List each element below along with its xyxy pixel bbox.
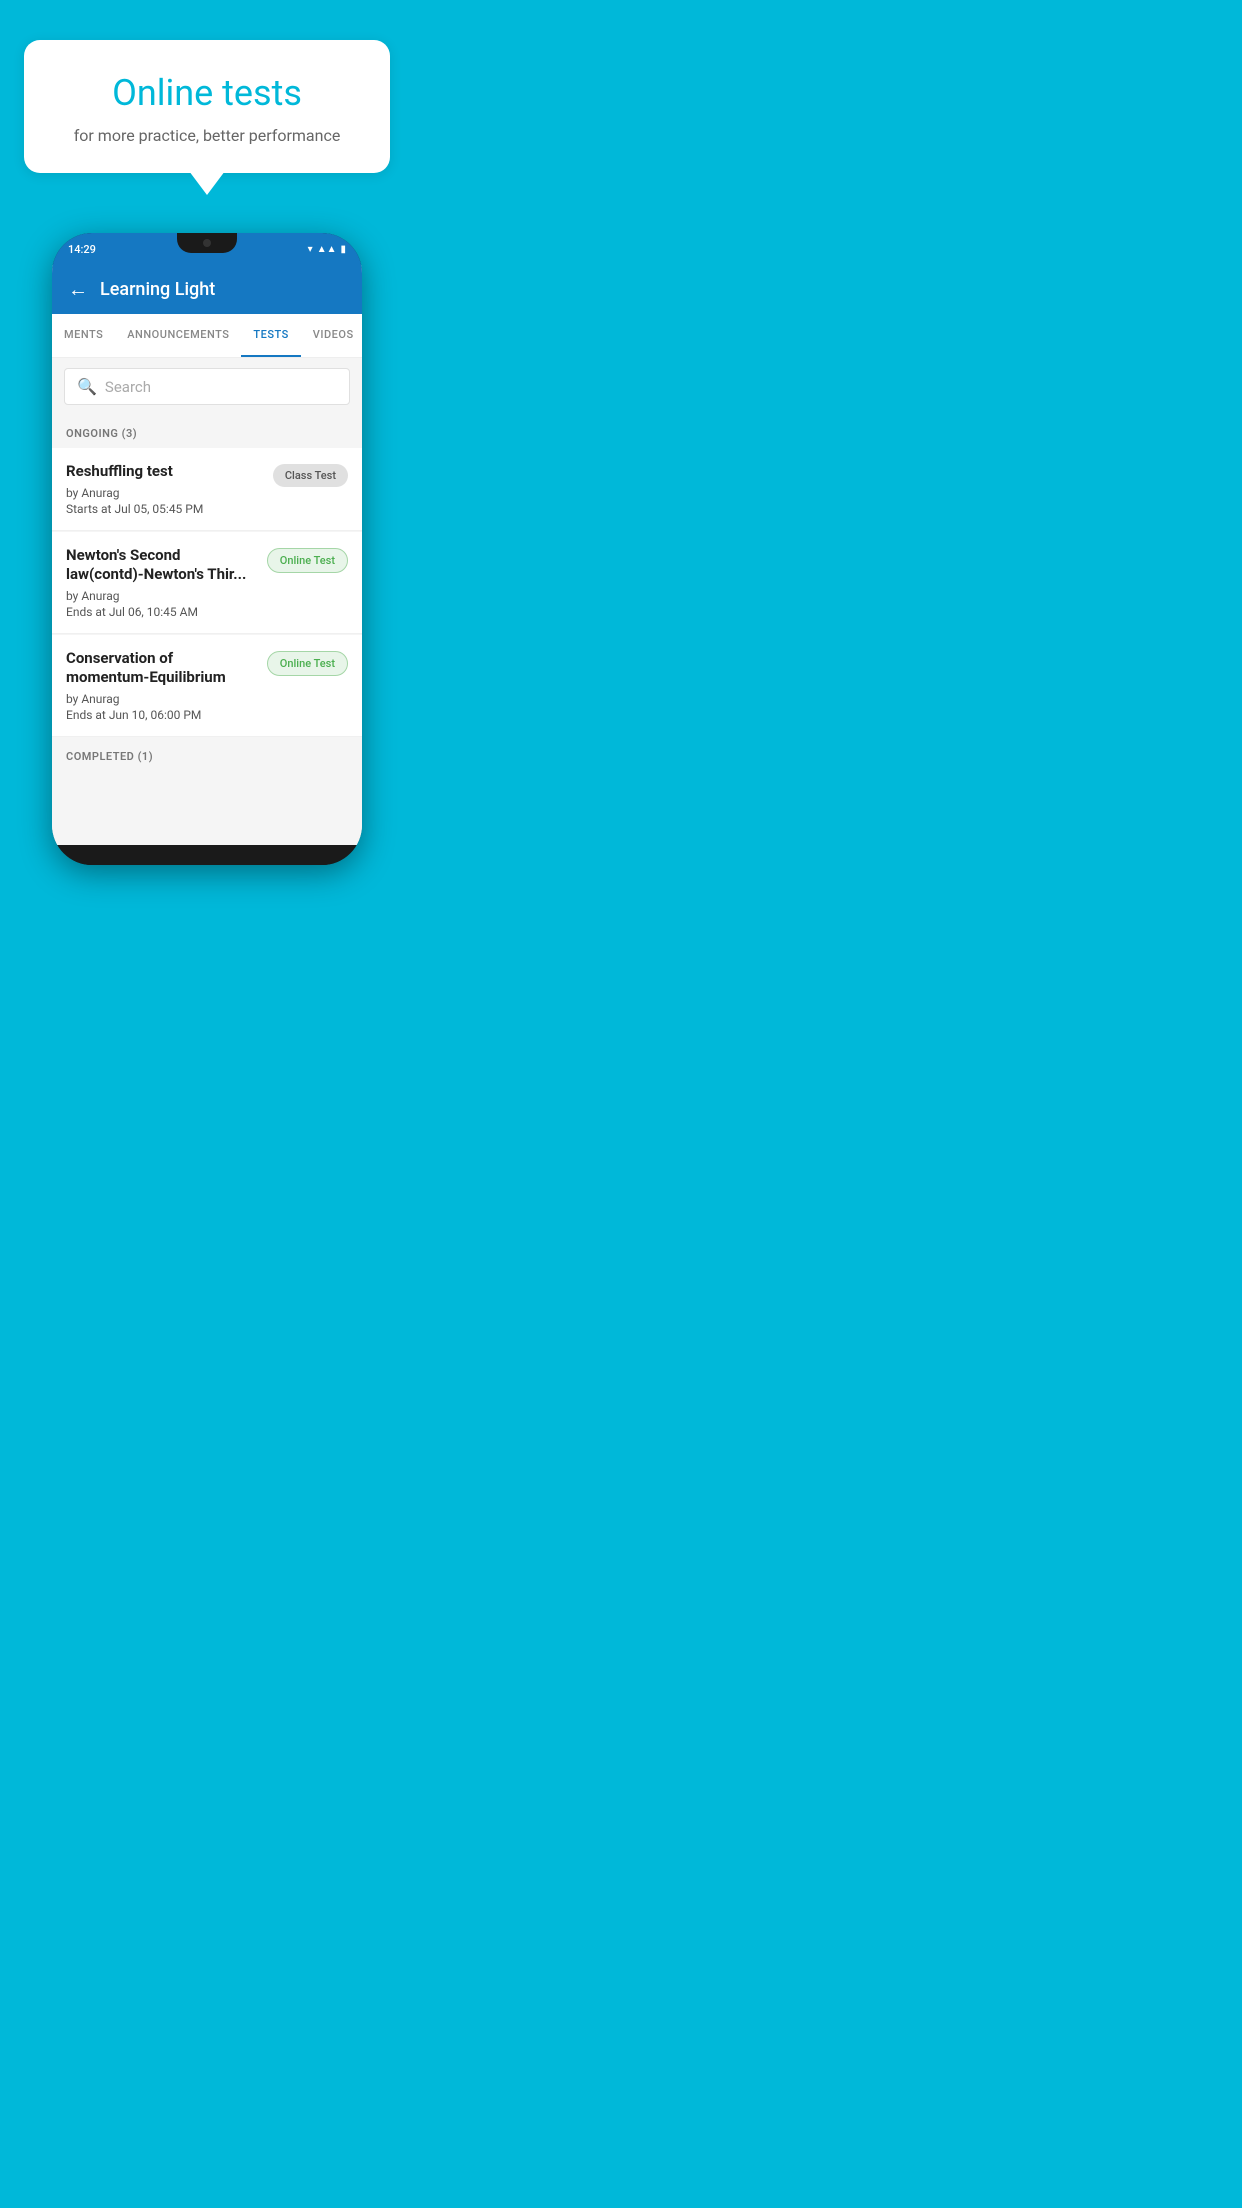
phone-bottom (52, 845, 362, 865)
bubble-subtitle: for more practice, better performance (52, 126, 362, 145)
test-item-1[interactable]: Reshuffling test by Anurag Starts at Jul… (52, 448, 362, 531)
test-by-2: by Anurag (66, 589, 257, 603)
test-date-1: Starts at Jul 05, 05:45 PM (66, 502, 263, 516)
battery-icon: ▮ (340, 244, 346, 255)
status-time: 14:29 (68, 243, 96, 256)
test-item-3[interactable]: Conservation of momentum-Equilibrium by … (52, 635, 362, 737)
phone-screen: ← Learning Light MENTS ANNOUNCEMENTS TES… (52, 265, 362, 845)
test-name-1: Reshuffling test (66, 462, 263, 482)
hero-section: Online tests for more practice, better p… (0, 0, 414, 173)
tab-videos[interactable]: VIDEOS (301, 314, 362, 357)
test-info-3: Conservation of momentum-Equilibrium by … (66, 649, 257, 722)
test-name-3: Conservation of momentum-Equilibrium (66, 649, 257, 688)
back-button[interactable]: ← (68, 277, 88, 302)
search-icon: 🔍 (77, 377, 97, 396)
tab-ments[interactable]: MENTS (52, 314, 115, 357)
speech-bubble: Online tests for more practice, better p… (24, 40, 390, 173)
test-badge-1: Class Test (273, 464, 348, 487)
test-info-2: Newton's Second law(contd)-Newton's Thir… (66, 546, 257, 619)
ongoing-header: ONGOING (3) (52, 415, 362, 448)
test-item-2[interactable]: Newton's Second law(contd)-Newton's Thir… (52, 532, 362, 634)
test-by-3: by Anurag (66, 692, 257, 706)
app-header: ← Learning Light (52, 265, 362, 314)
bubble-title: Online tests (52, 72, 362, 114)
tabs-container: MENTS ANNOUNCEMENTS TESTS VIDEOS (52, 314, 362, 358)
app-title: Learning Light (100, 279, 215, 300)
signal-icon: ▲▲ (317, 244, 337, 255)
search-input[interactable]: Search (105, 378, 151, 396)
test-date-3: Ends at Jun 10, 06:00 PM (66, 708, 257, 722)
tab-tests[interactable]: TESTS (241, 314, 300, 357)
test-by-1: by Anurag (66, 486, 263, 500)
camera (203, 239, 211, 247)
status-bar: 14:29 ▾ ▲▲ ▮ (52, 233, 362, 265)
search-container: 🔍 Search (52, 358, 362, 415)
status-icons: ▾ ▲▲ ▮ (308, 244, 346, 255)
test-info-1: Reshuffling test by Anurag Starts at Jul… (66, 462, 263, 516)
test-date-2: Ends at Jul 06, 10:45 AM (66, 605, 257, 619)
test-badge-2: Online Test (267, 548, 348, 573)
wifi-icon: ▾ (308, 244, 313, 255)
test-badge-3: Online Test (267, 651, 348, 676)
content-area: ONGOING (3) Reshuffling test by Anurag S… (52, 415, 362, 845)
phone-notch (177, 233, 237, 253)
phone-wrapper: 14:29 ▾ ▲▲ ▮ ← Learning Light MENTS ANNO… (0, 233, 414, 865)
phone-mockup: 14:29 ▾ ▲▲ ▮ ← Learning Light MENTS ANNO… (52, 233, 362, 865)
completed-header: COMPLETED (1) (52, 738, 362, 771)
search-bar[interactable]: 🔍 Search (64, 368, 350, 405)
test-name-2: Newton's Second law(contd)-Newton's Thir… (66, 546, 257, 585)
tab-announcements[interactable]: ANNOUNCEMENTS (115, 314, 241, 357)
